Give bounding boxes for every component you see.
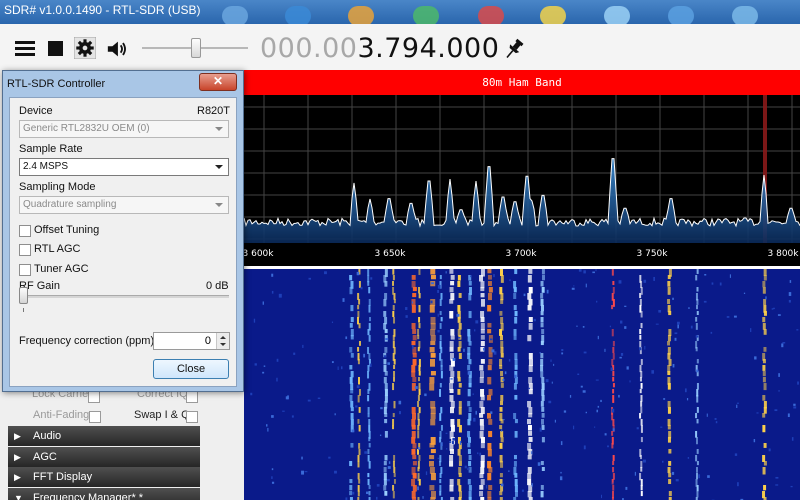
volume-slider-thumb[interactable] (191, 38, 201, 58)
chevron-down-icon (215, 203, 223, 207)
spin-up-icon[interactable] (220, 336, 226, 339)
correct-iq-checkbox[interactable] (186, 391, 198, 403)
anti-fading-label: Anti-Fading (33, 409, 90, 421)
spectrum-plot[interactable]: 3 600k 3 650k 3 700k 3 750k 3 800k (244, 95, 800, 266)
frequency-display[interactable]: 000.003.794.000 (260, 33, 499, 64)
spectrum-tick-label: 3 750k (637, 249, 669, 259)
taskbar-icon (604, 6, 630, 24)
taskbar-icon (668, 6, 694, 24)
taskbar-icon (478, 6, 504, 24)
band-label: 80m Ham Band (244, 70, 800, 95)
speaker-icon[interactable] (106, 38, 128, 60)
chevron-down-icon (215, 127, 223, 131)
section-agc[interactable]: ▶ AGC (8, 447, 200, 467)
swap-iq-checkbox[interactable] (186, 411, 198, 423)
section-fft-display[interactable]: ▶ FFT Display (8, 467, 200, 487)
anti-fading-checkbox[interactable] (89, 411, 101, 423)
taskbar-icon (732, 6, 758, 24)
spinner-buttons[interactable] (216, 333, 229, 349)
tuner-agc-checkbox[interactable] (19, 264, 31, 276)
rtl-agc-checkbox[interactable] (19, 244, 31, 256)
spectrum-tick-label: 3 700k (506, 249, 538, 259)
waterfall-display[interactable] (244, 269, 800, 500)
window-title: SDR# v1.0.0.1490 - RTL-SDR (USB) (4, 3, 201, 17)
spectrum-tick-label: 3 600k (244, 249, 274, 259)
close-button[interactable]: Close (153, 359, 229, 379)
taskbar-icon (348, 6, 374, 24)
dialog-title: RTL-SDR Controller (7, 78, 106, 90)
rf-gain-tick (23, 308, 24, 312)
sampling-mode-label: Sampling Mode (19, 181, 96, 193)
device-dropdown[interactable]: Generic RTL2832U OEM (0) (19, 120, 229, 138)
taskbar-icon (222, 6, 248, 24)
frequency-dim-digits: 000.00 (260, 33, 358, 64)
spectrum-tick-label: 3 800k (768, 249, 800, 259)
spectrum-tick-label: 3 650k (375, 249, 407, 259)
tuner-agc-label: Tuner AGC (34, 263, 89, 275)
section-frequency-manager[interactable]: ▼ Frequency Manager* * (8, 488, 200, 500)
toolbar: 000.003.794.000 (0, 24, 800, 70)
rtl-agc-label: RTL AGC (34, 243, 81, 255)
pin-icon[interactable] (503, 37, 525, 61)
taskbar-icon (540, 6, 566, 24)
spectrum-analyzer[interactable]: 80m Ham Band 3 600k 3 650k 3 700k 3 750k 3 8… (244, 70, 800, 266)
rf-gain-slider-thumb[interactable] (19, 287, 28, 304)
swap-iq-label: Swap I & Q (134, 409, 190, 421)
rf-gain-value: 0 dB (206, 280, 229, 292)
sample-rate-dropdown[interactable]: 2.4 MSPS (19, 158, 229, 176)
dialog-close-icon[interactable]: ✕ (199, 73, 237, 91)
title-bar: SDR# v1.0.0.1490 - RTL-SDR (USB) (0, 0, 800, 24)
frequency-digits: 3.794.000 (357, 33, 500, 64)
sampling-mode-dropdown[interactable]: Quadrature sampling (19, 196, 229, 214)
section-audio[interactable]: ▶ Audio (8, 426, 200, 446)
dialog-body: Device R820T Generic RTL2832U OEM (0) Sa… (9, 97, 237, 387)
rtl-sdr-controller-dialog: RTL-SDR Controller ✕ Device R820T Generi… (2, 70, 244, 392)
offset-tuning-checkbox[interactable] (19, 225, 31, 237)
lock-carrier-checkbox[interactable] (88, 391, 100, 403)
menu-icon[interactable] (13, 38, 35, 60)
offset-tuning-label: Offset Tuning (34, 224, 100, 236)
freq-correction-input[interactable]: 0 (153, 332, 230, 350)
waterfall-image (250, 269, 799, 500)
sample-rate-label: Sample Rate (19, 143, 83, 155)
spin-down-icon[interactable] (220, 343, 226, 346)
gear-icon[interactable] (74, 37, 96, 59)
stop-icon[interactable] (48, 41, 63, 56)
rf-gain-slider-track[interactable] (21, 295, 229, 298)
freq-correction-label: Frequency correction (ppm) (19, 335, 155, 347)
chevron-down-icon (215, 165, 223, 169)
taskbar-icon (413, 6, 439, 24)
tuner-name: R820T (197, 105, 231, 117)
taskbar-icon (285, 6, 311, 24)
device-label: Device (19, 105, 53, 117)
